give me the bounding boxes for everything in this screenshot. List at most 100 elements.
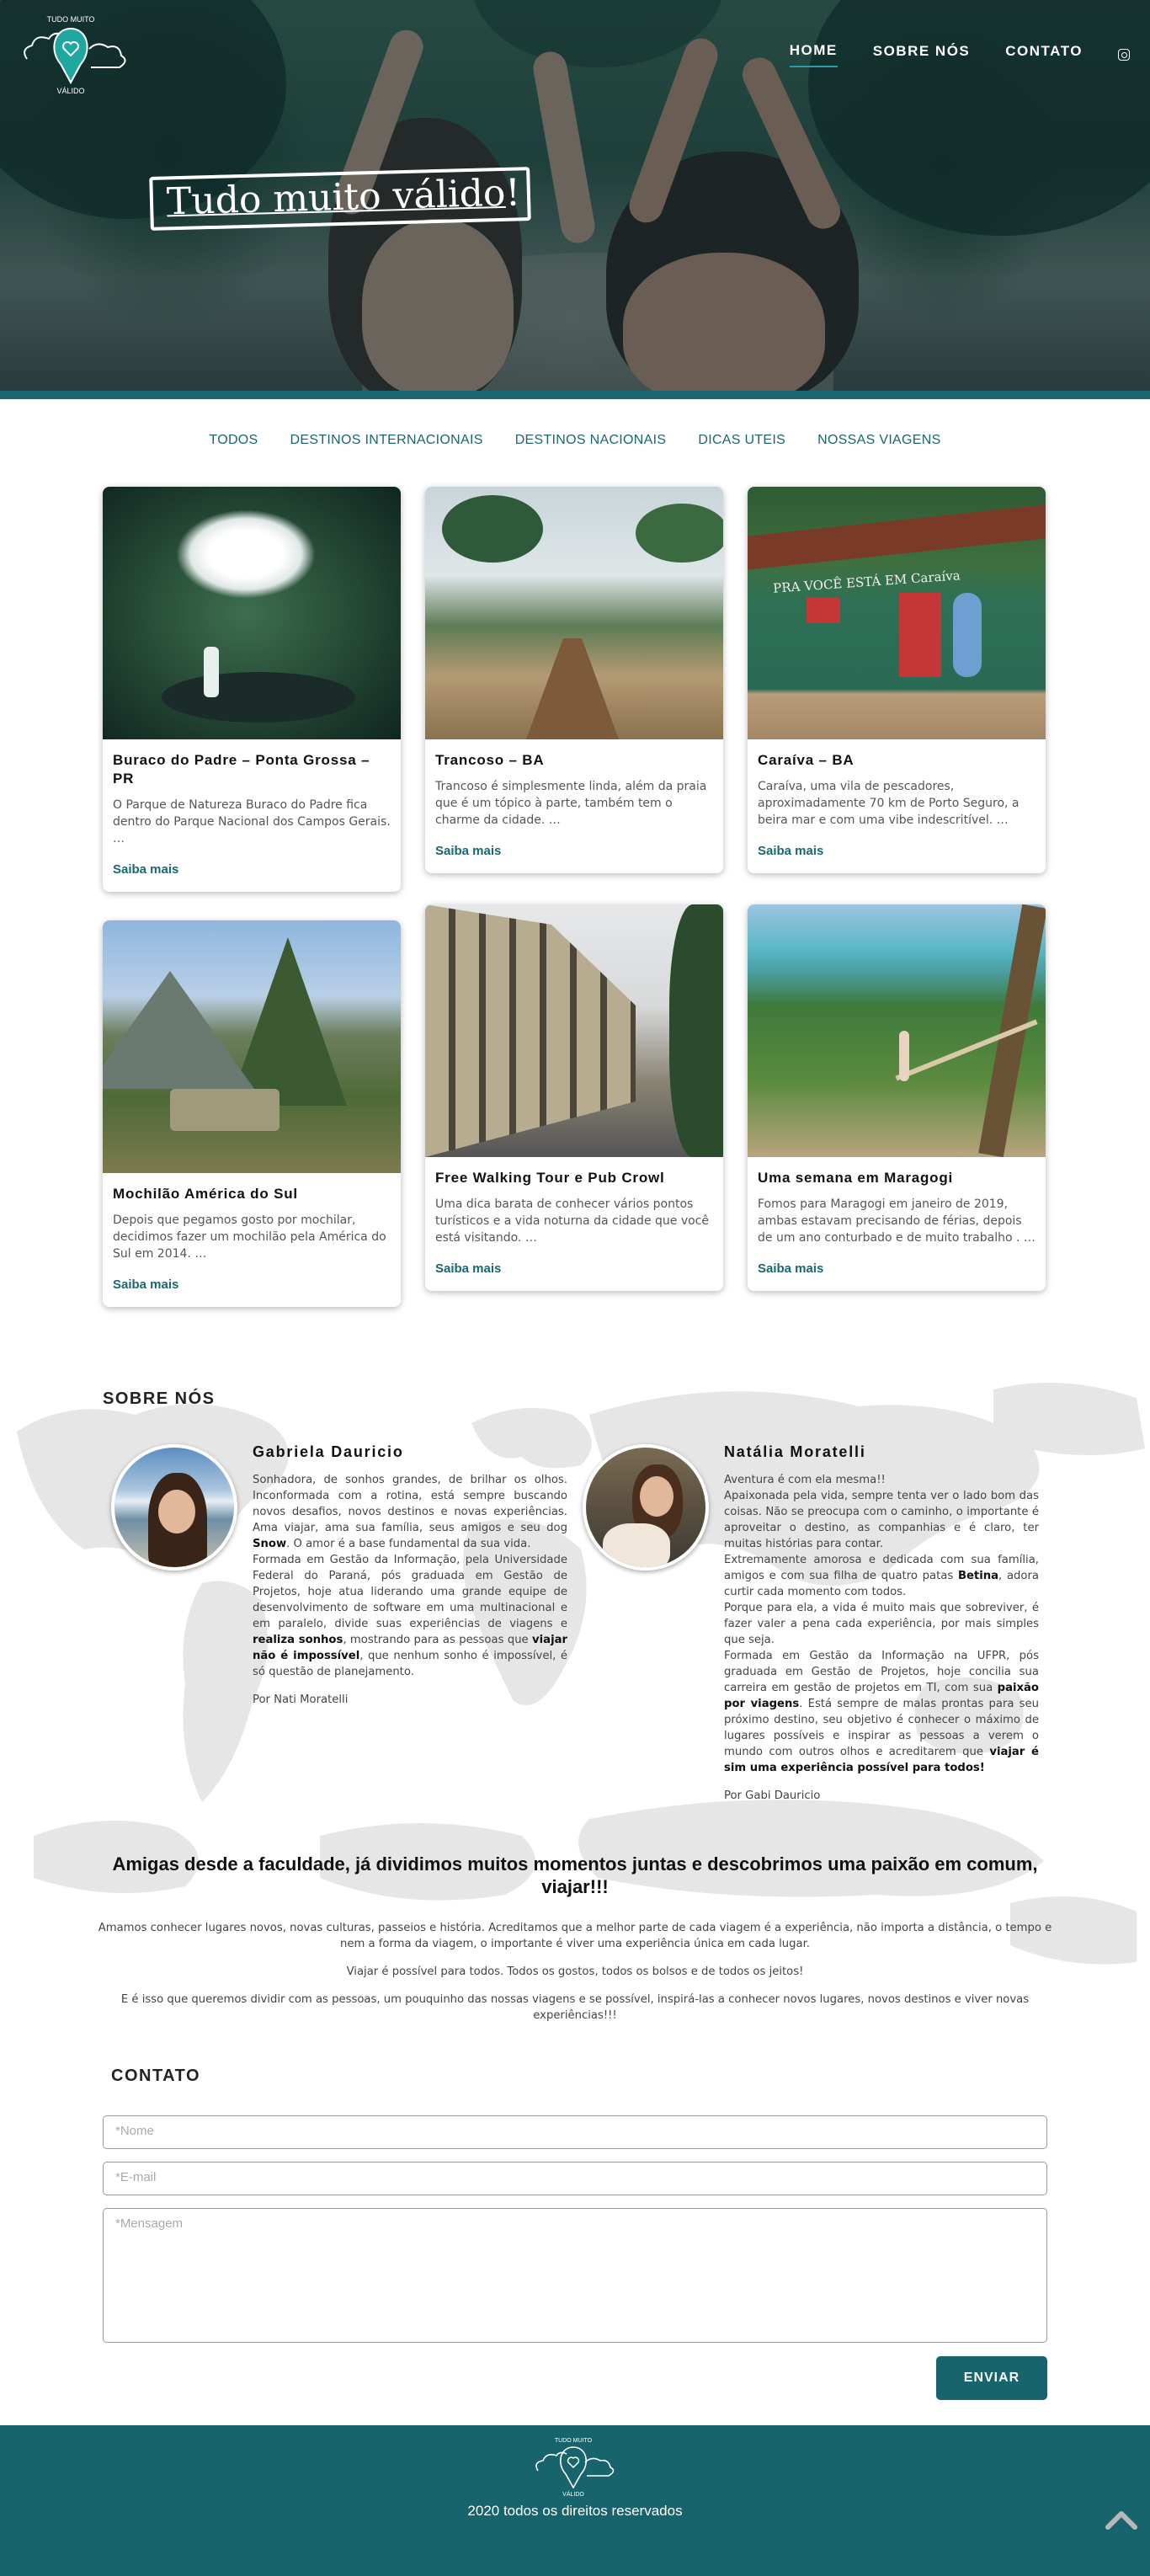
message-field[interactable]: *Mensagem [103, 2208, 1047, 2343]
bio-highlight: Betina [957, 1570, 999, 1582]
bio-gabriela: Gabriela Dauricio Sonhadora, de sonhos g… [253, 1444, 567, 1708]
amigas-paragraph: E é isso que queremos dividir com as pes… [120, 1993, 1030, 2022]
name-field[interactable]: *Nome [103, 2115, 1047, 2149]
post-excerpt: Uma dica barata de conhecer vários ponto… [435, 1197, 709, 1245]
bio-text: , mostrando para as pessoas que [343, 1634, 533, 1646]
bio-text: Porque para ela, a vida é muito mais que… [724, 1602, 1039, 1646]
bio-author: Por Gabi Dauricio [724, 1789, 821, 1802]
bio-text: Apaixonada pela vida, sempre tenta ver o… [724, 1490, 1039, 1550]
post-image[interactable]: PRA VOCÊ ESTÁ EM Caraíva [748, 487, 1046, 739]
main-nav: HOME SOBRE NÓS CONTATO [789, 42, 1150, 67]
read-more-link[interactable]: Saiba mais [113, 862, 391, 877]
building [425, 904, 636, 1157]
post-card[interactable]: Uma semana em Maragogi Fomos para Marago… [748, 904, 1046, 1291]
site-logo[interactable]: TUDO MUITO VÁLIDO [19, 12, 128, 96]
post-image[interactable] [425, 904, 723, 1157]
ruins [170, 1089, 280, 1131]
contato-heading: CONTATO [111, 2067, 201, 2085]
footer: TUDO MUITO VÁLIDO 2020 todos os direitos… [0, 2425, 1150, 2576]
roof [748, 504, 1046, 570]
post-excerpt: Depois que pegamos gosto por mochilar, d… [113, 1213, 386, 1261]
bio-text: . O amor é a base fundamental da sua vid… [286, 1538, 531, 1550]
nav-home[interactable]: HOME [789, 42, 838, 67]
post-card[interactable]: Mochilão América do Sul Depois que pegam… [103, 920, 401, 1307]
bio-name: Natália Moratelli [724, 1443, 866, 1460]
chevron-up-icon[interactable] [1105, 2507, 1138, 2532]
sobre-nos-heading: SOBRE NÓS [103, 1389, 216, 1408]
bio-name: Gabriela Dauricio [253, 1443, 404, 1460]
email-field[interactable]: *E-mail [103, 2162, 1047, 2195]
hero-title: Tudo muito válido! [149, 167, 531, 231]
nav-sobre-nos[interactable]: SOBRE NÓS [873, 43, 971, 67]
filter-destinos-nacionais[interactable]: DESTINOS NACIONAIS [515, 433, 667, 448]
window [807, 598, 840, 623]
post-excerpt: Fomos para Maragogi em janeiro de 2019, … [758, 1197, 1036, 1245]
post-excerpt: Caraíva, uma vila de pescadores, aproxim… [758, 780, 1020, 827]
hero-banner: TUDO MUITO VÁLIDO HOME SOBRE NÓS CONTATO… [0, 0, 1150, 397]
bio-highlight: Snow [253, 1538, 287, 1550]
footer-logo-bottom: VÁLIDO [562, 2490, 584, 2498]
avatar-natalia [583, 1444, 709, 1571]
surfboard [953, 593, 982, 677]
palm-tree [636, 504, 723, 563]
caraiva-sign: PRA VOCÊ ESTÁ EM Caraíva [772, 568, 961, 596]
bio-text: Formada em Gestão da Informação na UFPR,… [724, 1650, 1039, 1694]
read-more-link[interactable]: Saiba mais [435, 1261, 713, 1276]
read-more-link[interactable]: Saiba mais [435, 844, 713, 858]
post-card[interactable]: Trancoso – BA Trancoso é simplesmente li… [425, 487, 723, 873]
category-filters: TODOS DESTINOS INTERNACIONAIS DESTINOS N… [0, 433, 1150, 448]
logo-text-bottom: VÁLIDO [56, 87, 84, 95]
avatar-gabriela [111, 1444, 237, 1571]
logo-text-top: TUDO MUITO [47, 15, 95, 24]
filter-dicas-uteis[interactable]: DICAS UTEIS [698, 433, 785, 448]
amigas-title: Amigas desde a faculdade, já dividimos m… [112, 1853, 1038, 1897]
bio-natalia: Natália Moratelli Aventura é com ela mes… [724, 1444, 1039, 1804]
post-image[interactable] [103, 487, 401, 739]
amigas-block: Amigas desde a faculdade, já dividimos m… [84, 1853, 1066, 2024]
post-title[interactable]: Mochilão América do Sul [113, 1185, 391, 1203]
post-title[interactable]: Caraíva – BA [758, 751, 1036, 770]
sobre-nos-section: SOBRE NÓS Gabriela Dauricio Sonhadora, d… [0, 1364, 1150, 2055]
post-card[interactable]: Buraco do Padre – Ponta Grossa – PR O Pa… [103, 487, 401, 892]
footer-logo[interactable]: TUDO MUITO VÁLIDO [533, 2434, 617, 2498]
post-image[interactable] [748, 904, 1046, 1157]
mountain [103, 971, 254, 1089]
post-image[interactable] [103, 920, 401, 1173]
post-excerpt: Trancoso é simplesmente linda, além da p… [435, 780, 707, 827]
hero-title-exclamation: ! [504, 171, 521, 215]
post-excerpt: O Parque de Natureza Buraco do Padre fic… [113, 798, 391, 845]
palm-tree [442, 495, 543, 563]
footer-logo-top: TUDO MUITO [555, 2438, 593, 2444]
bio-highlight: realiza sonhos [253, 1634, 343, 1646]
filter-nossas-viagens[interactable]: NOSSAS VIAGENS [817, 433, 940, 448]
person [899, 1031, 909, 1081]
amigas-paragraph: Viajar é possível para todos. Todos os g… [346, 1965, 804, 1978]
post-card[interactable]: PRA VOCÊ ESTÁ EM Caraíva Caraíva – BA Ca… [748, 487, 1046, 873]
post-title[interactable]: Trancoso – BA [435, 751, 713, 770]
bio-text: Formada em Gestão da Informação, pela Un… [253, 1554, 567, 1630]
read-more-link[interactable]: Saiba mais [758, 1261, 1036, 1276]
copyright-text: 2020 todos os direitos reservados [467, 2503, 683, 2519]
rock [162, 672, 355, 723]
post-card[interactable]: Free Walking Tour e Pub Crowl Uma dica b… [425, 904, 723, 1291]
send-button[interactable]: ENVIAR [936, 2356, 1047, 2400]
bio-text: Aventura é com ela mesma!! [724, 1474, 886, 1486]
amigas-paragraph: Amamos conhecer lugares novos, novas cul… [98, 1922, 1052, 1950]
waterfall [204, 647, 219, 697]
filter-destinos-internacionais[interactable]: DESTINOS INTERNACIONAIS [290, 433, 483, 448]
post-title[interactable]: Free Walking Tour e Pub Crowl [435, 1169, 713, 1187]
read-more-link[interactable]: Saiba mais [113, 1277, 391, 1292]
filter-todos[interactable]: TODOS [209, 433, 258, 448]
read-more-link[interactable]: Saiba mais [758, 844, 1036, 858]
bio-author: Por Nati Moratelli [253, 1693, 349, 1706]
hero-bottom-bar [0, 391, 1150, 399]
post-image[interactable] [425, 487, 723, 739]
boardwalk [526, 638, 619, 739]
hero-title-text: Tudo muito válido [166, 171, 507, 224]
bio-text: Sonhadora, de sonhos grandes, de brilhar… [253, 1474, 567, 1534]
post-title[interactable]: Uma semana em Maragogi [758, 1169, 1036, 1187]
post-title[interactable]: Buraco do Padre – Ponta Grossa – PR [113, 751, 391, 788]
tree [669, 904, 723, 1157]
instagram-icon[interactable] [1118, 49, 1130, 61]
nav-contato[interactable]: CONTATO [1005, 43, 1083, 67]
